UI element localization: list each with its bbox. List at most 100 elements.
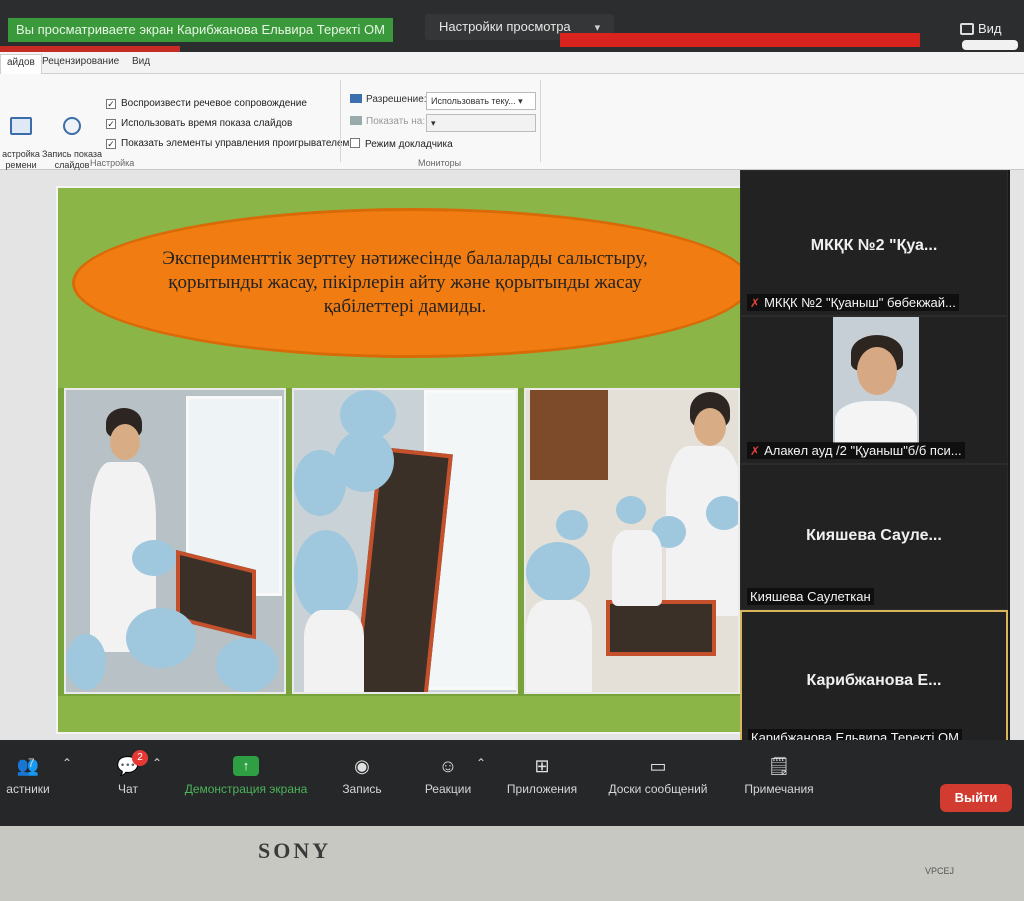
child-cap-shape xyxy=(616,496,646,524)
slide[interactable]: Эксперименттік зерттеу нәтижесінде балал… xyxy=(56,186,752,734)
leave-button[interactable]: Выйти xyxy=(940,784,1012,812)
mic-muted-icon: ✗ xyxy=(750,296,761,310)
check-narration[interactable]: ✓ Воспроизвести речевое сопровождение xyxy=(106,98,307,109)
meeting-toolbar: 👥 7 астники ⌃ 💬 2 Чат ⌃ ↑ Демонстрация эк… xyxy=(0,740,1024,826)
rehearse-timings-button[interactable]: астройка ремени xyxy=(0,106,42,171)
tab-view[interactable]: Вид xyxy=(132,56,150,67)
chevron-up-icon[interactable]: ⌃ xyxy=(152,756,162,770)
ribbon: астройка ремени Запись показа слайдов ✓ В… xyxy=(0,74,1024,170)
share-screen-icon: ↑ xyxy=(233,756,259,776)
recording-strip xyxy=(560,33,920,47)
child-cap-shape xyxy=(294,450,346,516)
child-coat-shape xyxy=(612,530,662,606)
checkbox-checked-icon: ✓ xyxy=(106,99,116,109)
monitor-brand: SONY xyxy=(258,838,332,863)
participant-tile-active[interactable]: Карибжанова Е... Карибжанова Ельвира Тер… xyxy=(740,610,1008,752)
check-timings[interactable]: ✓ Использовать время показа слайдов xyxy=(106,118,292,129)
chevron-up-icon[interactable]: ⌃ xyxy=(62,756,72,770)
whiteboards-label: Доски сообщений xyxy=(608,782,708,796)
participant-video xyxy=(833,317,919,443)
participant-label: ✗ МКҚК №2 "Қуаныш" бөбекжай... xyxy=(747,294,959,311)
resolution-label-text: Разрешение: xyxy=(366,94,427,105)
checkbox-icon xyxy=(350,138,360,148)
slide-text-oval: Эксперименттік зерттеу нәтижесінде балал… xyxy=(72,208,752,358)
whiteboards-button[interactable]: ▭ Доски сообщений xyxy=(598,756,718,796)
participants-label: астники xyxy=(6,782,50,796)
resolution-label: Разрешение: xyxy=(350,94,427,105)
resolution-select[interactable]: Использовать теку... ▾ xyxy=(426,92,536,110)
participant-label-text: Алакөл ауд /2 "Қуаныш"б/б пси... xyxy=(764,443,962,458)
notes-label: Примечания xyxy=(744,782,814,796)
chat-label: Чат xyxy=(118,782,138,796)
screen-photo: Вы просматриваете экран Карибжанова Ельв… xyxy=(0,0,1024,901)
checkbox-checked-icon: ✓ xyxy=(106,119,116,129)
child-cap-shape xyxy=(706,496,738,530)
child-cap-shape xyxy=(216,638,278,692)
slide-text: Эксперименттік зерттеу нәтижесінде балал… xyxy=(162,248,648,317)
participants-button[interactable]: 👥 7 астники xyxy=(0,756,56,796)
participant-name: Кияшева Сауле... xyxy=(806,527,942,544)
chat-button[interactable]: 💬 2 Чат xyxy=(108,750,148,796)
participant-body-shape xyxy=(835,401,917,443)
share-screen-button[interactable]: ↑ Демонстрация экрана xyxy=(178,756,314,796)
chevron-up-icon[interactable]: ⌃ xyxy=(476,756,486,770)
share-banner: Вы просматриваете экран Карибжанова Ельв… xyxy=(8,18,393,42)
chat-icon: 💬 2 xyxy=(116,750,148,776)
resolution-value: Использовать теку... xyxy=(431,96,516,106)
group-label-monitors: Мониторы xyxy=(418,158,462,168)
slide-photo-2 xyxy=(292,388,518,694)
check-media-controls-label: Показать элементы управления проигрывате… xyxy=(121,138,350,149)
slide-footer-band xyxy=(58,696,740,732)
participant-label-text: МКҚК №2 "Қуаныш" бөбекжай... xyxy=(764,295,956,310)
child-cap-shape xyxy=(66,634,106,690)
show-on-label: Показать на: xyxy=(350,116,425,127)
child-coat-shape xyxy=(526,600,592,692)
participant-tile[interactable]: ✗ Алакөл ауд /2 "Қуаныш"б/б пси... xyxy=(740,316,1008,464)
smiley-icon: ☺ xyxy=(438,756,458,776)
apps-button[interactable]: ⊞ Приложения xyxy=(500,756,584,796)
share-screen-label: Демонстрация экрана xyxy=(184,782,308,796)
group-label-setup: Настройка xyxy=(90,158,135,168)
monitor-clock-icon xyxy=(10,117,32,135)
notes-button[interactable]: 🗒 Примечания xyxy=(736,756,822,796)
tab-slideshow[interactable]: айдов xyxy=(0,54,42,74)
check-presenter-mode[interactable]: Режим докладчика xyxy=(350,138,453,150)
record-label: Запись xyxy=(342,782,382,796)
monitor-model: VPCEJ xyxy=(925,866,955,876)
monitor-bezel: SONY VPCEJ xyxy=(0,826,1024,901)
participant-tile[interactable]: Кияшева Сауле... Кияшева Саулеткан xyxy=(740,464,1008,610)
bookshelf-shape xyxy=(530,390,608,480)
chat-badge: 2 xyxy=(132,750,148,766)
tab-review[interactable]: Рецензирование xyxy=(42,56,119,67)
mic-muted-icon: ✗ xyxy=(750,444,761,458)
ribbon-tabs: айдов Рецензирование Вид xyxy=(0,52,1024,74)
record-button[interactable]: ◉ Запись xyxy=(336,756,388,796)
participant-label: ✗ Алакөл ауд /2 "Қуаныш"б/б пси... xyxy=(747,442,965,459)
monitor-icon xyxy=(350,94,362,103)
child-cap-shape xyxy=(132,540,176,576)
presenter-mode-label: Режим докладчика xyxy=(365,139,453,150)
participant-tile[interactable]: МКҚК №2 "Қуа... ✗ МКҚК №2 "Қуаныш" бөбекж… xyxy=(740,170,1008,316)
participants-panel: МКҚК №2 "Қуа... ✗ МКҚК №2 "Қуаныш" бөбекж… xyxy=(740,170,1010,754)
check-media-controls[interactable]: ✓ Показать элементы управления проигрыват… xyxy=(106,138,349,149)
slide-photo-1 xyxy=(64,388,286,694)
teacher-face-shape xyxy=(110,424,140,460)
seed-tray-shape xyxy=(606,600,716,656)
participant-name: Карибжанова Е... xyxy=(806,672,942,689)
show-on-label-text: Показать на: xyxy=(366,116,426,127)
participants-count: 7 xyxy=(28,756,35,770)
view-settings-label: Настройки просмотра xyxy=(439,19,571,34)
participant-name: МКҚК №2 "Қуа... xyxy=(810,237,938,254)
check-timings-label: Использовать время показа слайдов xyxy=(121,118,293,129)
child-cap-shape xyxy=(294,530,358,620)
monitor-icon xyxy=(350,116,362,125)
reactions-button[interactable]: ☺ Реакции xyxy=(418,756,478,796)
child-cap-shape xyxy=(526,542,590,602)
record-icon: ◉ xyxy=(354,756,370,776)
slide-photo-3 xyxy=(524,388,740,694)
child-cap-shape xyxy=(556,510,588,540)
show-on-select[interactable]: ▾ xyxy=(426,114,536,132)
child-coat-shape xyxy=(304,610,364,692)
view-button[interactable]: Вид xyxy=(954,16,1024,42)
record-icon xyxy=(63,117,81,135)
